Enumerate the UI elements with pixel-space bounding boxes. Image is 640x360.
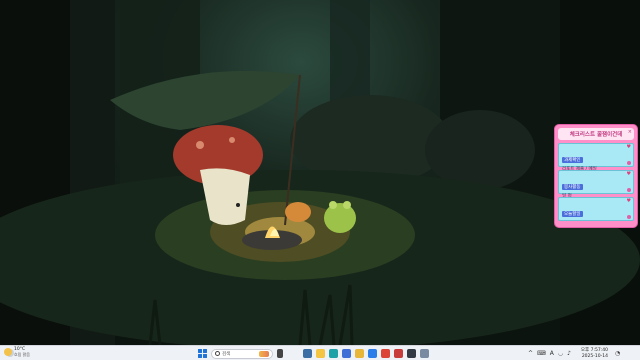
heart-icon: ♥ — [626, 144, 631, 150]
pin-icon — [627, 215, 631, 219]
clock[interactable]: 오후 7:57:40 2025-10-14 — [581, 348, 608, 359]
chrome-icon[interactable] — [381, 349, 390, 358]
note-tag: 봉사활동 — [562, 184, 583, 190]
task-view-icon[interactable] — [277, 349, 283, 358]
pin-icon — [627, 161, 631, 165]
taskbar: 10°C 흐림 맑음 검색 ^ ⌨ A ◡ ♪ 오후 7:57:40 2025-… — [0, 345, 640, 360]
explorer-icon[interactable] — [303, 349, 312, 358]
edge-icon[interactable] — [329, 349, 338, 358]
app-dark-icon[interactable] — [407, 349, 416, 358]
widget-title: 체크리스트 꿀잼이건데 — [569, 132, 623, 138]
note-card[interactable]: 봉사활동 일 정 ♥ — [558, 170, 634, 199]
pin-icon — [627, 188, 631, 192]
mail-icon[interactable] — [368, 349, 377, 358]
search-placeholder: 검색 — [222, 351, 231, 357]
desktop-wallpaper — [0, 0, 640, 345]
search-icon — [215, 351, 220, 356]
speaker-icon[interactable]: ♪ — [567, 347, 571, 360]
wifi-icon[interactable]: ◡ — [558, 347, 563, 360]
app-red-icon[interactable] — [394, 349, 403, 358]
app-light-icon[interactable] — [420, 349, 429, 358]
note-card[interactable]: 오늘할일 ♥ — [558, 197, 634, 221]
heart-icon: ♥ — [626, 198, 631, 204]
store-icon[interactable] — [342, 349, 351, 358]
files-icon[interactable] — [316, 349, 325, 358]
start-button[interactable] — [198, 349, 207, 358]
close-icon[interactable]: × — [628, 129, 632, 135]
clock-date: 2025-10-14 — [581, 353, 608, 359]
taskbar-center: 검색 — [198, 348, 429, 359]
weather-cloud-sun-icon — [4, 348, 12, 356]
note-tag: 오늘할일 — [562, 211, 583, 217]
sticky-note-widget[interactable]: 체크리스트 꿀잼이건데 × 과제확인 리포트 제출 / 메일 ♥ 봉사활동 일 … — [554, 124, 638, 228]
campfire-scene-illustration — [0, 0, 640, 345]
note-card[interactable]: 과제확인 리포트 제출 / 메일 ♥ — [558, 143, 634, 172]
folder-icon[interactable] — [355, 349, 364, 358]
keyboard-icon[interactable]: ⌨ — [537, 347, 546, 360]
weather-widget[interactable]: 10°C 흐림 맑음 — [4, 347, 30, 357]
taskbar-search[interactable]: 검색 — [211, 348, 273, 359]
system-tray: ^ ⌨ A ◡ ♪ 오후 7:57:40 2025-10-14 ◔ — [528, 347, 620, 360]
widget-header[interactable]: 체크리스트 꿀잼이건데 × — [558, 128, 634, 140]
note-tag: 과제확인 — [562, 157, 583, 163]
ime-icon[interactable]: A — [550, 347, 554, 360]
search-highlight-icon — [259, 350, 269, 357]
heart-icon: ♥ — [626, 171, 631, 177]
notification-bell-icon[interactable]: ◔ — [615, 350, 620, 357]
weather-description: 흐림 맑음 — [14, 352, 30, 357]
chevron-up-icon[interactable]: ^ — [528, 347, 533, 360]
